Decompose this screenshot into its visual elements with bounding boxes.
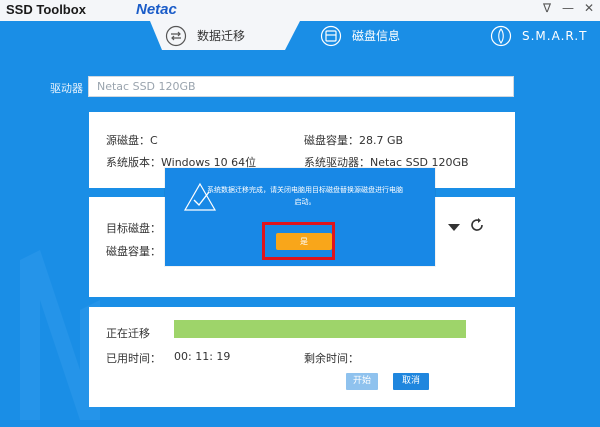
- swap-arrows-icon: [165, 25, 187, 46]
- tab-smart[interactable]: S.M.A.R.T: [490, 23, 587, 48]
- migration-status: 正在迁移: [106, 327, 150, 340]
- tab-disk-info-label: 磁盘信息: [352, 29, 401, 43]
- disk-icon: [320, 25, 342, 46]
- source-capacity: 磁盘容量：28.7 GB: [304, 134, 404, 147]
- start-button[interactable]: 开始: [346, 373, 378, 390]
- source-disk: 源磁盘：C: [106, 134, 158, 147]
- menu-icon[interactable]: ∇: [540, 1, 554, 15]
- dialog-message: 系统数据迁移完成，请关闭电脑用目标磁盘替换源磁盘进行电脑启动。: [207, 186, 403, 206]
- chevron-down-icon[interactable]: [444, 218, 464, 236]
- drive-label: 驱动器: [50, 82, 83, 95]
- highlight-box: [262, 222, 335, 260]
- elapsed-time-value: 00: 11: 19: [174, 350, 231, 363]
- title-bar: SSD Toolbox ∇ — ✕: [0, 0, 600, 21]
- tab-smart-label: S.M.A.R.T: [522, 28, 588, 43]
- netac-watermark: [20, 250, 100, 420]
- tab-data-migration[interactable]: 数据迁移: [165, 23, 245, 48]
- elapsed-time-label: 已用时间：: [106, 352, 161, 365]
- cancel-button[interactable]: 取消: [393, 373, 429, 390]
- minimize-button[interactable]: —: [561, 1, 575, 15]
- refresh-icon[interactable]: [469, 217, 485, 233]
- tab-data-migration-label: 数据迁移: [197, 29, 246, 43]
- smart-icon: [490, 25, 512, 46]
- tab-disk-info[interactable]: 磁盘信息: [320, 23, 400, 48]
- remaining-time-label: 剩余时间：: [304, 352, 359, 365]
- target-capacity-label: 磁盘容量：: [106, 245, 161, 258]
- app-title: SSD Toolbox: [6, 2, 86, 17]
- target-disk-label: 目标磁盘：: [106, 222, 161, 235]
- brand-logo: Netac: [132, 0, 184, 20]
- progress-bar: [174, 320, 466, 338]
- close-button[interactable]: ✕: [582, 1, 596, 15]
- drive-select[interactable]: Netac SSD 120GB: [88, 76, 514, 97]
